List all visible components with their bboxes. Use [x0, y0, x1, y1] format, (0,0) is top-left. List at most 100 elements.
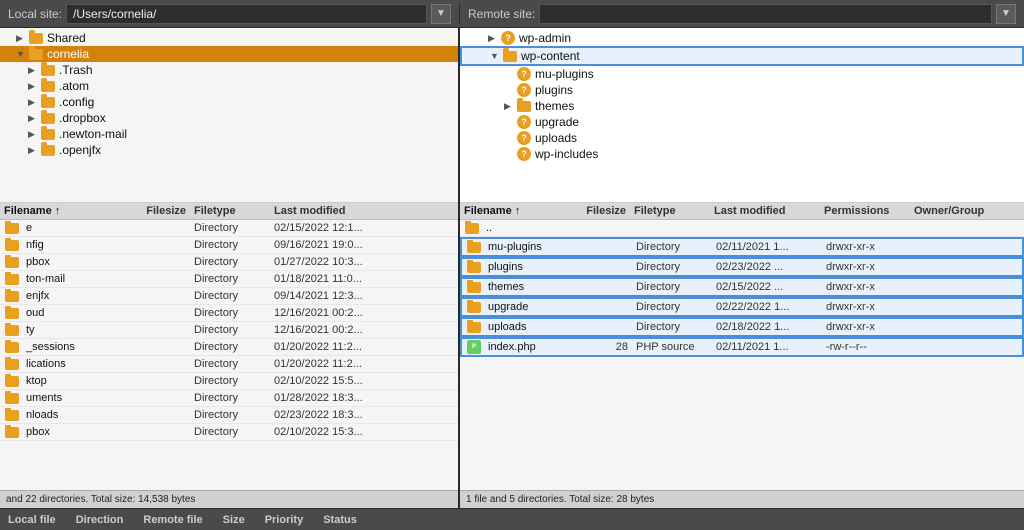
remote-list-item-upgrade[interactable]: upgrade Directory 02/22/2022 1... drwxr-…: [460, 297, 1024, 317]
remote-list-item-themes[interactable]: themes Directory 02/15/2022 ... drwxr-xr…: [460, 277, 1024, 297]
remote-list-item-mu-plugins[interactable]: mu-plugins Directory 02/11/2021 1... drw…: [460, 237, 1024, 257]
remote-tree-item-upgrade[interactable]: ? upgrade: [460, 114, 1024, 130]
folder-icon: [466, 280, 482, 294]
tree-label: plugins: [535, 83, 573, 97]
rcol-header-modified[interactable]: Last modified: [714, 205, 824, 217]
list-item[interactable]: oud Directory 12/16/2021 00:2...: [0, 305, 458, 322]
tree-label: mu-plugins: [535, 67, 594, 81]
remote-tree-item-mu-plugins[interactable]: ? mu-plugins: [460, 66, 1024, 82]
remote-path-dropdown[interactable]: ▼: [996, 4, 1016, 24]
folder-icon: [4, 323, 20, 337]
folder-icon: [40, 63, 56, 77]
local-site-bar: Local site: ▼: [0, 4, 460, 24]
question-icon: ?: [500, 31, 516, 45]
tree-arrow: ▶: [28, 81, 40, 92]
remote-tree-item-wp-content[interactable]: ▼ wp-content: [460, 46, 1024, 66]
list-item[interactable]: enjfx Directory 09/14/2021 12:3...: [0, 288, 458, 305]
rcol-header-filesize[interactable]: Filesize: [584, 205, 634, 217]
tree-item-dropbox[interactable]: ▶ .dropbox: [0, 110, 458, 126]
tree-item-trash[interactable]: ▶ .Trash: [0, 62, 458, 78]
col-header-filetype[interactable]: Filetype: [194, 205, 274, 217]
folder-icon: [40, 143, 56, 157]
tree-label: .Trash: [59, 63, 93, 77]
tree-label: Shared: [47, 31, 86, 45]
folder-icon: [466, 260, 482, 274]
rcol-header-filetype[interactable]: Filetype: [634, 205, 714, 217]
col-header-filesize[interactable]: Filesize: [134, 205, 194, 217]
folder-icon: [466, 320, 482, 334]
tree-arrow: ▶: [16, 33, 28, 44]
tree-label: wp-includes: [535, 147, 598, 161]
folder-icon: [4, 238, 20, 252]
folder-icon: [4, 425, 20, 439]
remote-list-item-plugins[interactable]: plugins Directory 02/23/2022 ... drwxr-x…: [460, 257, 1024, 277]
rcol-header-filename[interactable]: Filename ↑: [464, 205, 584, 217]
remote-tree-item-wp-admin[interactable]: ▶ ? wp-admin: [460, 30, 1024, 46]
tree-item-newton-mail[interactable]: ▶ .newton-mail: [0, 126, 458, 142]
remote-list-item-index-php[interactable]: Pindex.php 28 PHP source 02/11/2021 1...…: [460, 337, 1024, 357]
folder-open-icon: [28, 47, 44, 61]
tree-item-shared[interactable]: ▶ Shared: [0, 30, 458, 46]
col-header-filename[interactable]: Filename ↑: [4, 205, 134, 217]
remote-site-bar: Remote site: ▼: [460, 4, 1024, 24]
remote-tree-item-wp-includes[interactable]: ? wp-includes: [460, 146, 1024, 162]
col-header-modified[interactable]: Last modified: [274, 205, 404, 217]
list-item[interactable]: nloads Directory 02/23/2022 18:3...: [0, 407, 458, 424]
bottom-bar: Local file Direction Remote file Size Pr…: [0, 508, 1024, 530]
tree-label: upgrade: [535, 115, 579, 129]
question-icon: ?: [516, 67, 532, 81]
folder-icon: [4, 391, 20, 405]
list-item[interactable]: pbox Directory 02/10/2022 15:3...: [0, 424, 458, 441]
list-item[interactable]: e Directory 02/15/2022 12:1...: [0, 220, 458, 237]
list-item[interactable]: _sessions Directory 01/20/2022 11:2...: [0, 339, 458, 356]
bottom-remote-file-label: Remote file: [143, 514, 202, 526]
list-item[interactable]: uments Directory 01/28/2022 18:3...: [0, 390, 458, 407]
tree-item-config[interactable]: ▶ .config: [0, 94, 458, 110]
tree-item-cornelia[interactable]: ▼ cornelia: [0, 46, 458, 62]
local-file-list: e Directory 02/15/2022 12:1... nfig Dire…: [0, 220, 458, 490]
local-path-input[interactable]: [66, 4, 427, 24]
main-container: Local site: ▼ Remote site: ▼ ▶ Shared ▼: [0, 0, 1024, 530]
list-item[interactable]: nfig Directory 09/16/2021 19:0...: [0, 237, 458, 254]
rcol-header-owner[interactable]: Owner/Group: [914, 205, 994, 217]
remote-list-item-uploads[interactable]: uploads Directory 02/18/2022 1... drwxr-…: [460, 317, 1024, 337]
tree-label: .dropbox: [59, 111, 106, 125]
tree-arrow: ▶: [28, 65, 40, 76]
question-icon: ?: [516, 115, 532, 129]
folder-icon: [466, 300, 482, 314]
remote-site-label: Remote site:: [468, 7, 535, 21]
remote-list-item[interactable]: ..: [460, 220, 1024, 237]
local-site-label: Local site:: [8, 7, 62, 21]
folder-icon: [516, 99, 532, 113]
list-item[interactable]: ty Directory 12/16/2021 00:2...: [0, 322, 458, 339]
folder-icon: [4, 340, 20, 354]
tree-arrow: ▶: [488, 33, 500, 44]
tree-arrow: ▼: [16, 49, 28, 59]
folder-icon: [28, 31, 44, 45]
folder-icon: [4, 374, 20, 388]
remote-tree-item-uploads[interactable]: ? uploads: [460, 130, 1024, 146]
list-item[interactable]: ktop Directory 02/10/2022 15:5...: [0, 373, 458, 390]
bottom-priority-label: Priority: [265, 514, 304, 526]
remote-tree-item-themes[interactable]: ▶ themes: [460, 98, 1024, 114]
tree-item-atom[interactable]: ▶ .atom: [0, 78, 458, 94]
local-file-list-header: Filename ↑ Filesize Filetype Last modifi…: [0, 203, 458, 220]
tree-item-openjfx[interactable]: ▶ .openjfx: [0, 142, 458, 158]
tree-label: .config: [59, 95, 94, 109]
tree-label: uploads: [535, 131, 577, 145]
folder-icon: [4, 255, 20, 269]
list-item[interactable]: ton-mail Directory 01/18/2021 11:0...: [0, 271, 458, 288]
tree-label: cornelia: [47, 47, 89, 61]
question-icon: ?: [516, 147, 532, 161]
remote-tree-item-plugins[interactable]: ? plugins: [460, 82, 1024, 98]
remote-path-input[interactable]: [539, 4, 992, 24]
site-bar: Local site: ▼ Remote site: ▼: [0, 0, 1024, 28]
list-item[interactable]: lications Directory 01/20/2022 11:2...: [0, 356, 458, 373]
rcol-header-permissions[interactable]: Permissions: [824, 205, 914, 217]
folder-icon: [4, 357, 20, 371]
tree-arrow: ▶: [28, 145, 40, 156]
local-path-dropdown[interactable]: ▼: [431, 4, 451, 24]
list-item[interactable]: pbox Directory 01/27/2022 10:3...: [0, 254, 458, 271]
local-status-bar: and 22 directories. Total size: 14,538 b…: [0, 490, 458, 508]
bottom-status-label: Status: [323, 514, 357, 526]
